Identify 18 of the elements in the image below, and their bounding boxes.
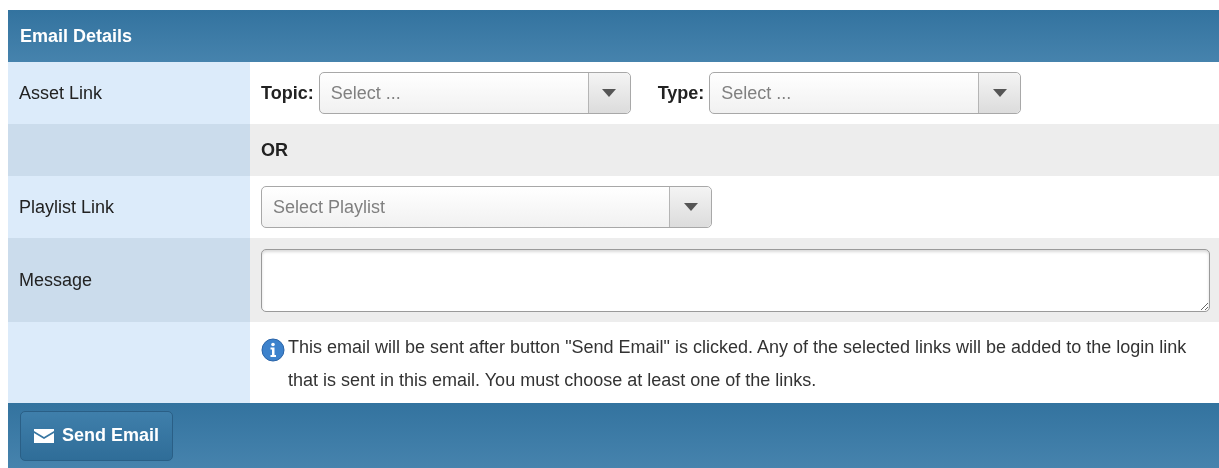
caret-icon <box>683 203 698 211</box>
caret-icon <box>602 89 617 97</box>
select-dropdown[interactable]: Select ... <box>318 72 631 114</box>
info-icon <box>261 338 285 362</box>
panel-title: Email Details <box>20 24 133 48</box>
select-dropdown[interactable]: Select Playlist <box>261 186 712 228</box>
envelope-icon <box>34 428 54 443</box>
field-label: Topic: <box>261 81 314 105</box>
field-label: Type: <box>657 81 705 105</box>
field-label: Message <box>19 268 93 292</box>
send-email-button[interactable]: Send Email <box>20 410 174 461</box>
field-label: Asset Link <box>19 81 103 105</box>
separator-text: OR <box>261 138 288 162</box>
select-dropdown[interactable]: Select ... <box>709 72 1022 114</box>
field-label: Playlist Link <box>19 195 115 219</box>
message-field[interactable] <box>261 248 1210 312</box>
caret-icon <box>992 89 1007 97</box>
info-text: This email will be sent after button "Send Email" is clicked. Any of the selected links will be added to the login link that is sent in this email. You must choose at least one of the links. <box>288 336 1188 392</box>
